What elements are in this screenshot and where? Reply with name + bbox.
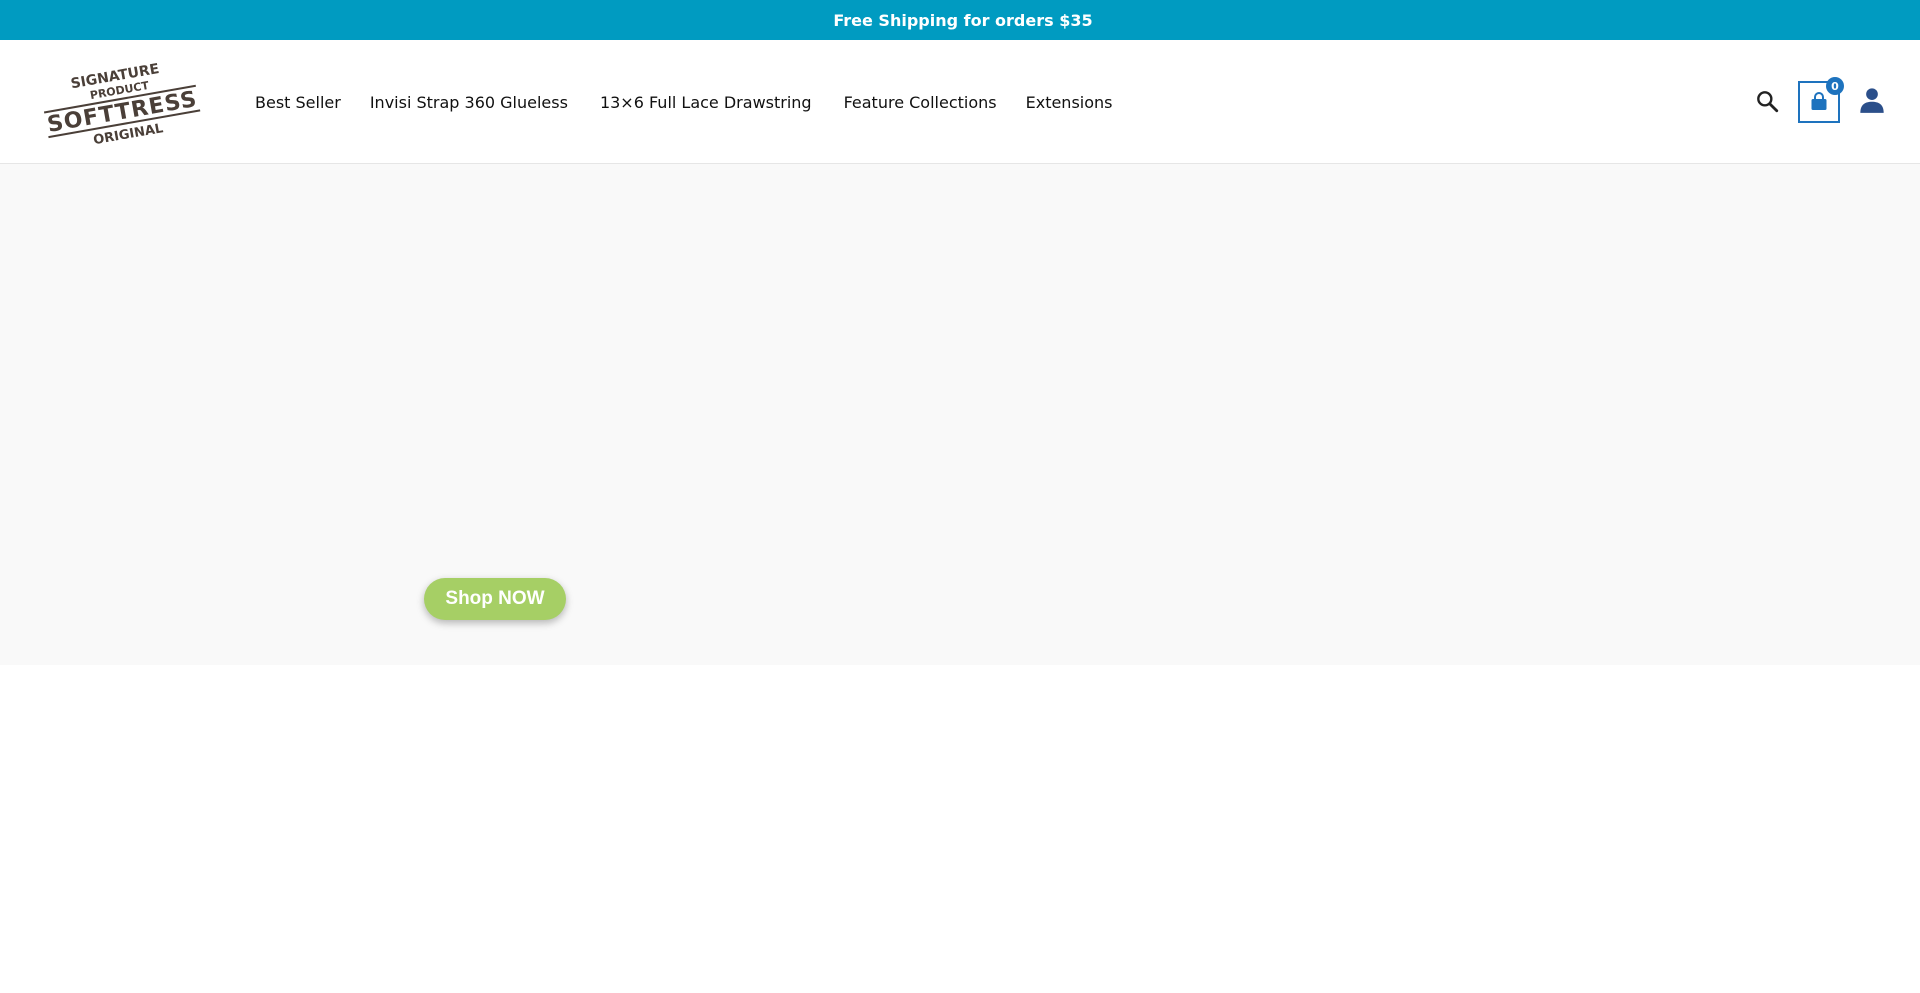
main-nav: Best Seller Invisi Strap 360 Glueless 13… xyxy=(240,40,1127,164)
nav-item-label: Best Seller xyxy=(255,92,341,112)
announcement-bar: Free Shipping for orders $35 xyxy=(0,0,1920,40)
user-icon[interactable] xyxy=(1858,86,1886,114)
nav-item-best-seller[interactable]: Best Seller xyxy=(255,93,341,112)
nav-item-label: Extensions xyxy=(1025,92,1113,112)
nav-item-label: Invisi Strap 360 Glueless xyxy=(369,92,568,112)
shop-now-button[interactable]: Shop NOW xyxy=(424,578,566,620)
nav-item-label: Feature Collections xyxy=(843,92,997,112)
nav-item-full-lace[interactable]: 13×6 Full Lace Drawstring xyxy=(600,93,815,112)
nav-item-invisi-strap[interactable]: Invisi Strap 360 Glueless xyxy=(370,93,571,112)
site-header: SIGNATURE PRODUCT SOFTTRESS ORIGINAL Bes… xyxy=(0,40,1920,164)
hero-banner: Shop NOW xyxy=(0,164,1920,665)
search-icon[interactable] xyxy=(1754,88,1780,114)
cart-count-badge: 0 xyxy=(1826,77,1844,95)
announcement-text: Free Shipping for orders $35 xyxy=(833,10,1093,30)
brand-logo[interactable]: SIGNATURE PRODUCT SOFTTRESS ORIGINAL xyxy=(38,61,204,148)
shopping-bag-icon xyxy=(1811,92,1827,110)
nav-item-extensions[interactable]: Extensions xyxy=(1026,93,1113,112)
nav-item-feature-collections[interactable]: Feature Collections xyxy=(844,93,997,112)
nav-item-label: 13×6 Full Lace Drawstring xyxy=(599,92,812,112)
